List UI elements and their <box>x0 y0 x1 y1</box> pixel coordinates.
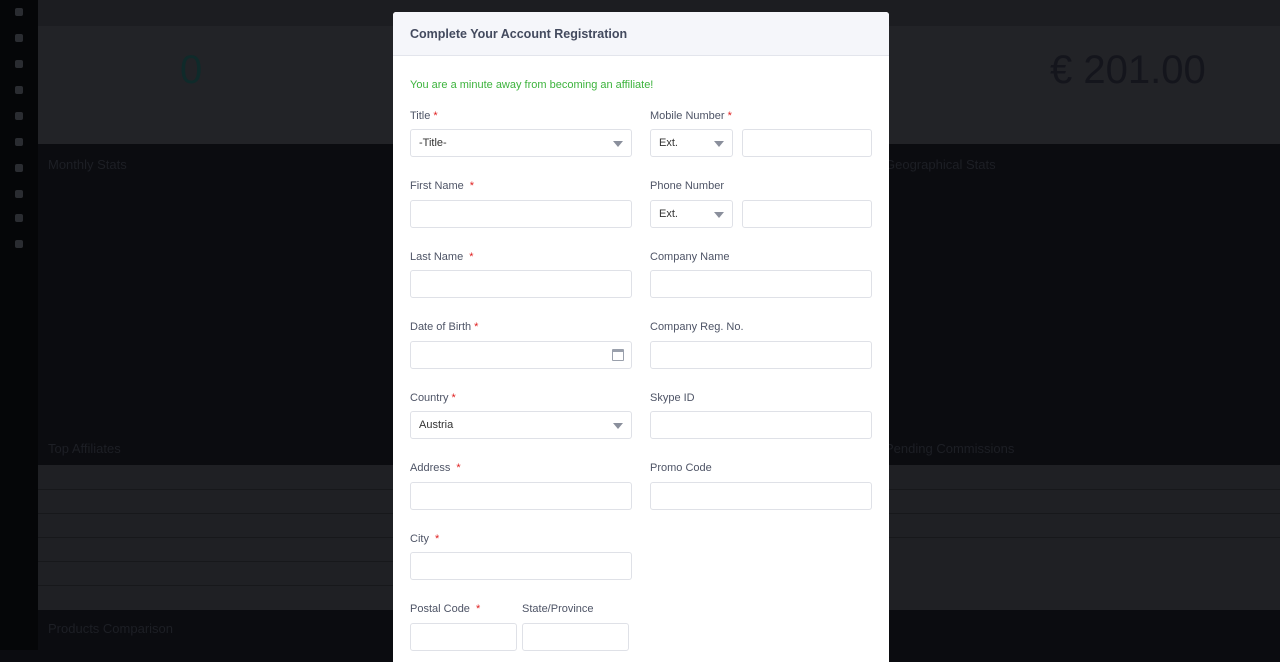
first-name-label: First Name * <box>410 180 475 192</box>
sidebar-icon[interactable] <box>15 112 23 120</box>
state-label: State/Province <box>522 603 594 615</box>
commission-total: € 201.00 <box>1050 48 1206 92</box>
address-label: Address * <box>410 462 461 474</box>
title-label: Title * <box>410 110 438 122</box>
last-name-input[interactable] <box>410 270 632 298</box>
mobile-label: Mobile Number * <box>650 110 732 122</box>
intro-message: You are a minute away from becoming an a… <box>410 79 654 91</box>
promo-input[interactable] <box>650 482 872 510</box>
mobile-ext-select[interactable]: Ext. <box>650 129 733 157</box>
registration-modal: Complete Your Account Registration You a… <box>393 12 889 662</box>
sidebar-icon[interactable] <box>15 214 23 222</box>
sidebar-icon[interactable] <box>15 240 23 248</box>
country-label: Country * <box>410 392 456 404</box>
postal-input[interactable] <box>410 623 517 651</box>
country-select[interactable]: Austria <box>410 411 632 439</box>
city-label: City * <box>410 533 440 545</box>
phone-ext-select[interactable]: Ext. <box>650 200 733 228</box>
dob-label: Date of Birth * <box>410 321 479 333</box>
calendar-icon[interactable] <box>612 349 624 361</box>
skype-label: Skype ID <box>650 392 695 404</box>
modal-header: Complete Your Account Registration <box>393 12 889 56</box>
skype-input[interactable] <box>650 411 872 439</box>
phone-number-input[interactable] <box>742 200 872 228</box>
panel-title: Products Comparison <box>48 621 173 636</box>
city-input[interactable] <box>410 552 632 580</box>
sidebar-icon[interactable] <box>15 60 23 68</box>
company-name-input[interactable] <box>650 270 872 298</box>
last-name-label: Last Name * <box>410 251 474 263</box>
sidebar-icon[interactable] <box>15 8 23 16</box>
sidebar-icon[interactable] <box>15 86 23 94</box>
company-reg-label: Company Reg. No. <box>650 321 744 333</box>
top-affiliates-table <box>38 465 398 610</box>
panel-title: Monthly Stats <box>48 157 127 172</box>
promo-label: Promo Code <box>650 462 712 474</box>
state-input[interactable] <box>522 623 629 651</box>
title-select[interactable]: -Title- <box>410 129 632 157</box>
sidebar-icon[interactable] <box>15 164 23 172</box>
dob-input[interactable] <box>410 341 632 369</box>
company-reg-input[interactable] <box>650 341 872 369</box>
phone-label: Phone Number <box>650 180 724 192</box>
address-input[interactable] <box>410 482 632 510</box>
sidebar-icon[interactable] <box>15 190 23 198</box>
panel-title: Pending Commissions <box>885 441 1015 456</box>
panel-title: Geographical Stats <box>885 157 996 172</box>
affiliates-count: 0 <box>180 48 203 92</box>
postal-label: Postal Code * <box>410 603 481 615</box>
first-name-input[interactable] <box>410 200 632 228</box>
panel-title: Top Affiliates <box>48 441 121 456</box>
sidebar <box>0 0 38 650</box>
pending-commissions-table <box>885 465 1280 610</box>
company-name-label: Company Name <box>650 251 730 263</box>
sidebar-icon[interactable] <box>15 34 23 42</box>
modal-title: Complete Your Account Registration <box>410 27 628 41</box>
sidebar-icon[interactable] <box>15 138 23 146</box>
mobile-number-input[interactable] <box>742 129 872 157</box>
